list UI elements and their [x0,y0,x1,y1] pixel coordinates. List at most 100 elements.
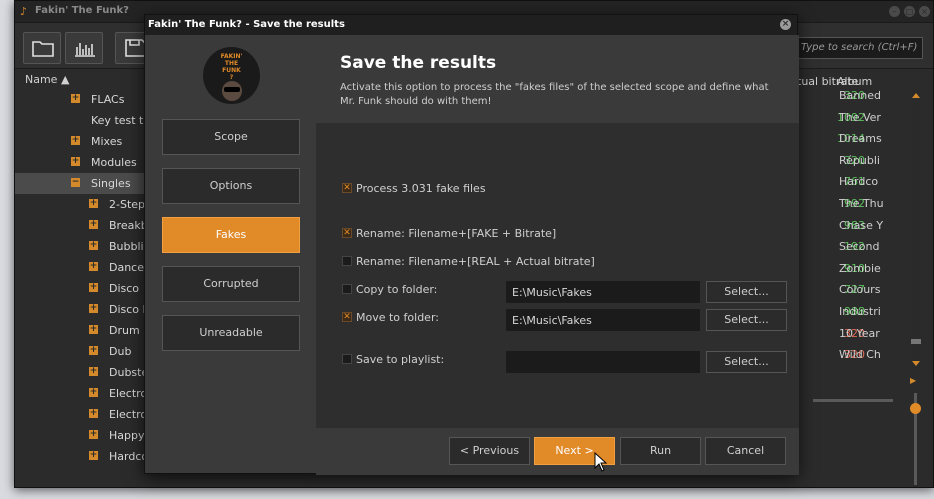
move-to-folder-checkbox[interactable] [342,311,352,323]
vertical-scrollbar[interactable] [911,89,921,369]
track-row[interactable]: 320 10 Year [797,323,923,344]
nav-scope-button[interactable]: Scope [162,119,300,155]
tree-item-label: Happy [109,429,145,442]
spectrum-button[interactable] [65,32,103,64]
run-button[interactable]: Run [620,437,701,465]
expand-icon[interactable]: + [89,304,98,313]
tree-item[interactable]: + Electro [15,404,147,425]
expand-icon[interactable]: + [89,451,98,460]
tree-column-header[interactable]: Name ▲ [15,69,147,89]
expand-icon[interactable]: + [89,220,98,229]
track-row[interactable]: 320 Républi [797,150,923,171]
expand-icon[interactable]: + [71,157,80,166]
track-row[interactable]: 1092 The Ver [797,107,923,128]
minimize-icon[interactable]: – [889,6,900,17]
copy-select-button[interactable]: Select... [706,281,787,303]
expand-icon[interactable]: + [89,283,98,292]
expand-icon[interactable]: + [89,199,98,208]
close-icon[interactable]: × [780,19,791,30]
close-icon[interactable]: × [919,6,930,17]
open-folder-button[interactable] [23,32,61,64]
tree-item[interactable]: + Mixes [15,131,147,152]
tree-item[interactable]: + Bubblin [15,236,147,257]
track-row[interactable]: 983 Chase Y [797,215,923,236]
tree-item[interactable]: + Drum [15,320,147,341]
expand-icon[interactable]: + [71,94,80,103]
scroll-thumb[interactable] [911,339,921,344]
tree-item-label: Dubste [109,366,147,379]
tree-item[interactable]: + Electro [15,383,147,404]
sunglasses-icon [224,87,240,92]
tree-item-label: 2-Step [109,198,146,211]
waveform-icon [75,43,95,57]
save-to-playlist-checkbox[interactable] [342,354,352,364]
expand-icon[interactable]: + [89,241,98,250]
tree-item[interactable]: + Hardco [15,446,147,467]
playlist-field[interactable] [506,351,700,373]
funk-logo: FAKIN' THE FUNK? [203,47,260,104]
tree-item[interactable]: + Dub [15,341,147,362]
nav-options-button[interactable]: Options [162,168,300,204]
tree-item-label: Dub [109,345,132,358]
expand-icon[interactable]: + [89,346,98,355]
expand-icon[interactable]: + [89,367,98,376]
nav-corrupted-button[interactable]: Corrupted [162,266,300,302]
slider-knob[interactable] [910,403,921,414]
copy-folder-field[interactable]: E:\Music\Fakes [506,281,700,303]
move-select-button[interactable]: Select... [706,309,787,331]
page-title: Save the results [340,53,497,73]
expand-icon[interactable]: + [89,409,98,418]
playlist-select-button[interactable]: Select... [706,351,787,373]
expand-icon[interactable]: + [89,262,98,271]
track-row[interactable]: 727 Colours [797,279,923,300]
expand-icon[interactable]: + [89,430,98,439]
nav-unreadable-button[interactable]: Unreadable [162,315,300,351]
collapse-icon[interactable]: − [71,178,80,187]
cancel-button[interactable]: Cancel [705,437,786,465]
tree-item[interactable]: + Happy [15,425,147,446]
tree-item[interactable]: + Modules [15,152,147,173]
track-row[interactable]: 988 Industri [797,301,923,322]
tree-item[interactable]: + Dance [15,257,147,278]
save-to-playlist-label: Save to playlist: [356,353,445,366]
expand-icon[interactable]: + [89,325,98,334]
previous-button[interactable]: < Previous [449,437,530,465]
track-row[interactable]: 992 The Thu [797,193,923,214]
tree-item[interactable]: Key test tr [15,110,147,131]
track-row[interactable]: 761 Hardco [797,171,923,192]
expand-icon[interactable]: + [89,388,98,397]
move-folder-field[interactable]: E:\Music\Fakes [506,309,700,331]
search-input[interactable]: Type to search (Ctrl+F) [797,37,923,59]
scroll-up-icon[interactable] [912,93,920,98]
dialog-titlebar: Fakin' The Funk? - Save the results × [145,15,797,35]
rename-fake-checkbox[interactable] [342,227,352,239]
tree-item[interactable]: + Disco I [15,299,147,320]
maximize-icon[interactable]: □ [904,6,915,17]
tree-item-label: Dance [109,261,144,274]
expand-icon[interactable]: + [71,136,80,145]
scroll-down-icon[interactable] [912,361,920,366]
track-row[interactable]: 1014 Dreams [797,128,923,149]
tree-item[interactable]: + Dubste [15,362,147,383]
tree-item[interactable]: + Breakb [15,215,147,236]
tree-item-label: Modules [91,156,137,169]
scroll-right-icon[interactable]: ▶ [910,376,916,385]
tree-item-label: Singles [91,177,131,190]
track-row[interactable]: 320 Banned [797,85,923,106]
tree-item[interactable]: +2-Step [15,194,147,215]
rename-real-checkbox[interactable] [342,256,352,266]
options-panel: Process 3.031 fake files Rename: Filenam… [316,123,799,428]
page-description: Activate this option to process the "fak… [340,82,769,107]
track-row[interactable]: 192 Second [797,236,923,257]
horizontal-slider[interactable] [813,399,893,402]
copy-to-folder-checkbox[interactable] [342,284,352,294]
track-row[interactable]: 320 Wild Ch [797,344,923,365]
tree-item[interactable]: + FLACs [15,89,147,110]
process-fakes-checkbox[interactable] [342,182,352,194]
tree-item-label: Drum [109,324,140,337]
track-row[interactable]: 910 Zombie [797,258,923,279]
app-title: Fakin' The Funk? [35,5,129,16]
nav-fakes-button[interactable]: Fakes [162,217,300,253]
tree-item[interactable]: + Disco [15,278,147,299]
tree-item[interactable]: − Singles [15,173,147,194]
